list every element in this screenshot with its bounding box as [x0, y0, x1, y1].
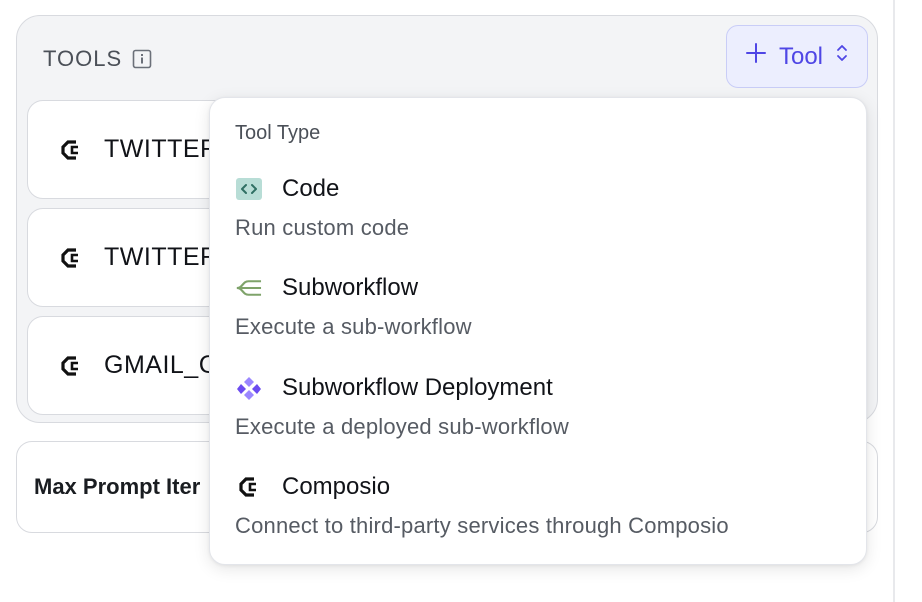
subworkflow-deployment-icon	[235, 375, 262, 402]
menu-item-description: Execute a sub-workflow	[235, 314, 472, 339]
composio-icon	[61, 247, 78, 268]
chevron-up-down-icon	[835, 42, 849, 71]
tool-row-label: TWITTER	[104, 243, 219, 271]
menu-item-title: Subworkflow	[282, 274, 419, 301]
menu-item-subworkflow-deployment[interactable]: Subworkflow Deployment Execute a deploye…	[235, 372, 855, 440]
right-panel-divider	[893, 0, 895, 602]
add-tool-label: Tool	[778, 42, 824, 70]
composio-icon	[61, 139, 78, 160]
menu-item-subworkflow[interactable]: Subworkflow Execute a sub-workflow	[235, 272, 855, 340]
tool-row-label: TWITTER	[104, 135, 219, 163]
code-icon	[235, 176, 262, 203]
tool-row-label: GMAIL_C	[104, 351, 218, 379]
menu-item-code[interactable]: Code Run custom code	[235, 173, 855, 241]
tools-title: TOOLS	[43, 46, 123, 71]
add-tool-button[interactable]: Tool	[726, 25, 868, 88]
menu-item-description: Execute a deployed sub-workflow	[235, 414, 569, 439]
tool-type-dropdown: Tool Type Code Run custom code Subworkfl…	[209, 97, 867, 565]
dropdown-heading: Tool Type	[235, 122, 321, 144]
menu-item-description: Connect to third-party services through …	[235, 513, 729, 538]
menu-item-title: Subworkflow Deployment	[282, 374, 553, 401]
info-icon[interactable]	[132, 49, 152, 69]
max-prompt-label: Max Prompt Iter	[34, 474, 201, 499]
menu-item-composio[interactable]: Composio Connect to third-party services…	[235, 471, 855, 539]
composio-icon	[61, 355, 78, 376]
plus-icon	[745, 42, 767, 71]
menu-item-title: Composio	[282, 473, 391, 500]
composio-icon	[235, 474, 262, 501]
tools-header: TOOLS	[43, 46, 152, 72]
menu-item-title: Code	[282, 175, 340, 202]
subworkflow-icon	[235, 275, 262, 302]
menu-item-description: Run custom code	[235, 215, 410, 240]
